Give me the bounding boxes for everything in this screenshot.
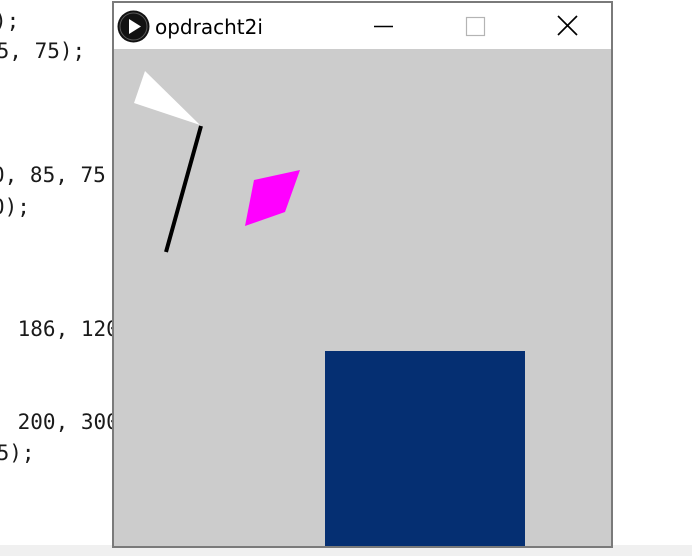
code-line: );: [0, 9, 20, 33]
code-line: 85, 75);: [0, 39, 86, 63]
window-title: opdracht2i: [155, 15, 263, 39]
sketch-canvas[interactable]: [114, 49, 611, 546]
code-line: 0);: [0, 195, 30, 219]
blue-rectangle: [325, 351, 525, 546]
minimize-button[interactable]: [360, 3, 406, 49]
code-line: ;: [0, 349, 5, 373]
sketch-window[interactable]: opdracht2i: [112, 1, 613, 548]
code-line: 0, 85, 75: [0, 163, 106, 187]
maximize-button[interactable]: [452, 3, 498, 49]
code-line: 65);: [0, 441, 35, 465]
maximize-icon: [465, 16, 486, 37]
close-button[interactable]: [544, 3, 590, 49]
processing-play-icon: [117, 10, 150, 43]
code-line: 186, 120: [5, 317, 119, 341]
close-icon: [557, 15, 578, 36]
window-title-bar[interactable]: opdracht2i: [114, 3, 611, 49]
minimize-icon: [374, 25, 393, 28]
code-line: 200, 300: [5, 410, 119, 434]
